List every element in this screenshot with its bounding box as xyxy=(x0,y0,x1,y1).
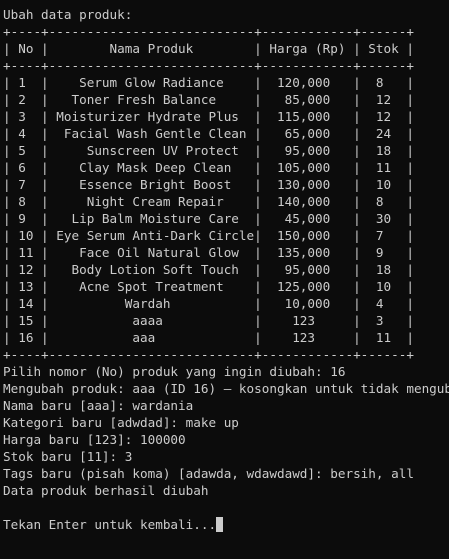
prompt-new-tags: Tags baru (pisah koma) [adawda, wdawdawd… xyxy=(3,466,414,481)
heading-line: Ubah data produk: xyxy=(3,7,133,22)
table-row: | 15 | aaaa | 123 | 3 | xyxy=(3,313,414,328)
table-row: | 4 | Facial Wash Gentle Clean | 65,000 … xyxy=(3,126,414,141)
table-row: | 10 | Eye Serum Anti-Dark Circle| 150,0… xyxy=(3,228,414,243)
table-row: | 14 | Wardah | 10,000 | 4 | xyxy=(3,296,414,311)
table-row: | 16 | aaa | 123 | 11 | xyxy=(3,330,414,345)
prompt-new-category: Kategori baru [adwdad]: make up xyxy=(3,415,239,430)
table-row: | 2 | Toner Fresh Balance | 85,000 | 12 … xyxy=(3,92,414,107)
prompt-editing-info: Mengubah produk: aaa (ID 16) — kosongkan… xyxy=(3,381,449,396)
table-row: | 1 | Serum Glow Radiance | 120,000 | 8 … xyxy=(3,75,414,90)
prompt-new-stock: Stok baru [11]: 3 xyxy=(3,449,133,464)
text-cursor[interactable] xyxy=(216,517,224,532)
enter-prompt-text: Tekan Enter untuk kembali... xyxy=(3,517,217,532)
success-message: Data produk berhasil diubah xyxy=(3,483,209,498)
table-row: | 12 | Body Lotion Soft Touch | 95,000 |… xyxy=(3,262,414,277)
prompt-select-number: Pilih nomor (No) produk yang ingin diuba… xyxy=(3,364,346,379)
table-row: | 6 | Clay Mask Deep Clean | 105,000 | 1… xyxy=(3,160,414,175)
prompt-new-name: Nama baru [aaa]: wardania xyxy=(3,398,194,413)
table-header-row: | No | Nama Produk | Harga (Rp) | Stok | xyxy=(3,41,414,56)
table-border-bottom: +----+---------------------------+------… xyxy=(3,347,414,362)
table-row: | 7 | Essence Bright Boost | 130,000 | 1… xyxy=(3,177,414,192)
table-header-separator: +----+---------------------------+------… xyxy=(3,58,414,73)
table-row: | 13 | Acne Spot Treatment | 125,000 | 1… xyxy=(3,279,414,294)
table-border-top: +----+---------------------------+------… xyxy=(3,24,414,39)
enter-prompt-line[interactable]: Tekan Enter untuk kembali... xyxy=(3,516,449,533)
table-row: | 5 | Sunscreen UV Protect | 95,000 | 18… xyxy=(3,143,414,158)
terminal-output: Ubah data produk: +----+----------------… xyxy=(3,6,449,533)
table-row: | 8 | Night Cream Repair | 140,000 | 8 | xyxy=(3,194,414,209)
table-row: | 3 | Moisturizer Hydrate Plus | 115,000… xyxy=(3,109,414,124)
table-row: | 9 | Lip Balm Moisture Care | 45,000 | … xyxy=(3,211,414,226)
table-row: | 11 | Face Oil Natural Glow | 135,000 |… xyxy=(3,245,414,260)
prompt-new-price: Harga baru [123]: 100000 xyxy=(3,432,186,447)
